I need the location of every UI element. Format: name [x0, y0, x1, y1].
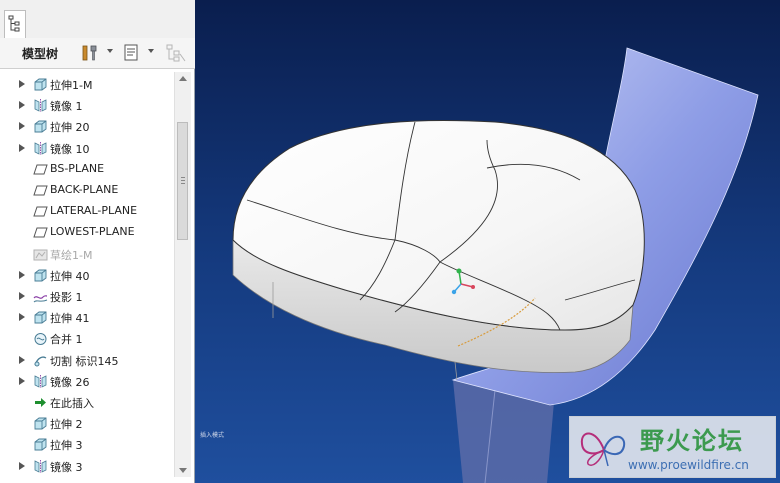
projection-icon [33, 289, 48, 304]
butterfly-logo-icon [580, 432, 626, 467]
mirror-icon [33, 141, 48, 156]
tree-item-label: 拉伸1-M [50, 79, 93, 92]
tree-scrollbar[interactable] [174, 72, 191, 477]
extrude-icon [33, 416, 48, 431]
tree-item[interactable]: 镜像 26 [0, 371, 174, 392]
extrude-icon [33, 77, 48, 92]
tree-item-label: 在此插入 [50, 397, 94, 410]
mirror-icon [33, 374, 48, 389]
datum-plane-icon [33, 162, 48, 177]
extrude-icon [33, 310, 48, 325]
tree-settings-dropdown-icon[interactable] [107, 49, 113, 53]
model-tree-title: 模型树 [22, 47, 59, 61]
expand-arrow-icon[interactable] [19, 461, 25, 470]
tree-item[interactable]: 拉伸 3 [0, 434, 174, 455]
tree-settings-icon[interactable] [80, 43, 100, 63]
scroll-thumb[interactable] [177, 122, 188, 240]
mirror-icon [33, 98, 48, 113]
model-scene [232, 47, 759, 483]
tree-item[interactable]: 拉伸 20 [0, 116, 174, 137]
model-tree-panel: 模型树 拉伸1-M 镜像 1 拉伸 20 镜像 10 BS-PLANE BACK-PLAN… [0, 0, 195, 483]
tree-item-label: 拉伸 2 [50, 418, 83, 432]
expand-arrow-icon[interactable] [19, 143, 25, 152]
tree-item-label: 草绘1-M [50, 248, 93, 262]
model-tree-tab[interactable] [4, 10, 26, 38]
panel-tab-strip [0, 0, 195, 39]
tree-item-label: LATERAL-PLANE [50, 204, 138, 218]
mirror-icon [33, 459, 48, 474]
sketch-icon [33, 247, 48, 262]
tree-item-label: BACK-PLANE [50, 183, 119, 196]
expand-arrow-icon[interactable] [19, 122, 25, 131]
tree-show-icon[interactable] [122, 43, 140, 63]
tree-item[interactable]: BS-PLANE [0, 159, 174, 180]
datum-plane-icon [33, 183, 48, 198]
tree-item-label: LOWEST-PLANE [50, 225, 135, 239]
merge-icon [33, 331, 48, 346]
tree-item-label: 投影 1 [50, 291, 83, 304]
tree-item[interactable]: 在此插入 [0, 392, 174, 413]
tree-item-label: 镜像 26 [50, 375, 90, 389]
tree-item[interactable]: 拉伸 41 [0, 307, 174, 328]
watermark-logo: 野火论坛 www.proewildfire.cn [569, 416, 776, 478]
tree-item-label: 镜像 10 [50, 142, 90, 156]
extrude-icon [33, 268, 48, 283]
tree-item[interactable]: 镜像 3 [0, 456, 174, 477]
tree-item-label: 切割 标识145 [50, 354, 119, 368]
expand-arrow-icon[interactable] [19, 80, 25, 88]
watermark-url: www.proewildfire.cn [628, 458, 749, 472]
tree-item[interactable]: LOWEST-PLANE [0, 222, 174, 243]
model-tree-tab-icon [8, 15, 20, 32]
cut-icon [33, 353, 48, 368]
tree-item[interactable]: BACK-PLANE [0, 180, 174, 201]
model-tree-toolbar: 模型树 [0, 38, 195, 69]
expand-arrow-icon[interactable] [19, 355, 25, 364]
tree-item[interactable]: 拉伸 40 [0, 265, 174, 286]
watermark-name: 野火论坛 [640, 427, 744, 455]
model-tree: 拉伸1-M 镜像 1 拉伸 20 镜像 10 BS-PLANE BACK-PLANE LAT… [0, 72, 174, 477]
expand-arrow-icon[interactable] [19, 376, 25, 385]
tree-item[interactable]: 镜像 10 [0, 138, 174, 159]
tree-item-label: 拉伸 20 [50, 121, 90, 135]
tree-item-label: 镜像 1 [50, 100, 83, 114]
tree-item-label: 拉伸 41 [50, 312, 90, 326]
extrude-icon [33, 119, 48, 134]
insert-here-icon [33, 395, 48, 410]
status-note: 插入模式 [200, 432, 225, 439]
tree-item-label: 合并 1 [50, 333, 83, 347]
tree-item[interactable]: 拉伸1-M [0, 74, 174, 95]
tree-show-dropdown-icon[interactable] [148, 49, 154, 53]
tree-filter-icon [166, 44, 186, 62]
graphics-viewport[interactable]: 插入模式 [195, 0, 780, 483]
tree-item[interactable]: LATERAL-PLANE [0, 201, 174, 222]
scroll-up-icon[interactable] [179, 76, 187, 81]
tree-item-label: 拉伸 3 [50, 439, 83, 453]
expand-arrow-icon[interactable] [19, 101, 25, 110]
tree-item[interactable]: 投影 1 [0, 286, 174, 307]
datum-plane-icon [33, 204, 48, 219]
tree-item[interactable]: 草绘1-M [0, 244, 174, 265]
tree-item[interactable]: 合并 1 [0, 328, 174, 349]
tree-item[interactable]: 拉伸 2 [0, 413, 174, 434]
tree-item[interactable]: 切割 标识145 [0, 350, 174, 371]
expand-arrow-icon[interactable] [19, 313, 25, 322]
scroll-down-icon[interactable] [179, 468, 187, 473]
datum-plane-icon [33, 225, 48, 240]
extrude-icon [33, 437, 48, 452]
tree-item-label: 镜像 3 [50, 460, 83, 474]
tree-item-label: BS-PLANE [50, 161, 105, 175]
expand-arrow-icon[interactable] [19, 270, 25, 279]
tree-item-label: 拉伸 40 [50, 269, 90, 283]
tree-item[interactable]: 镜像 1 [0, 95, 174, 116]
expand-arrow-icon[interactable] [19, 292, 25, 300]
